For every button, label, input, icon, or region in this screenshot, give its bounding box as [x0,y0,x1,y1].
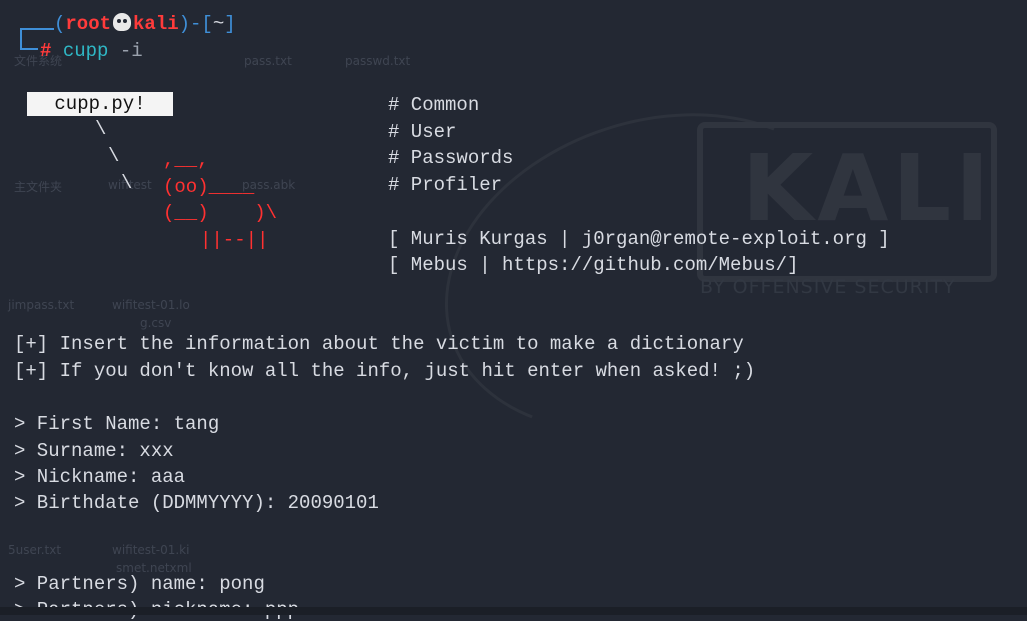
input-prompt-birthdate: > Birthdate (DDMMYYYY): 20090101 [14,492,379,514]
input-prompt-partner-name: > Partners) name: pong [14,573,265,595]
banner-tag: # Passwords [388,147,514,169]
prompt-user: root [65,13,112,35]
terminal-window[interactable]: (root kali)-[~] # cupp -i cupp.py! \ \ \ … [0,0,1027,621]
command-flag: -i [119,40,143,62]
ascii-line: \ [108,145,120,167]
input-prompt-first-name: > First Name: tang [14,413,220,435]
ascii-cow: ,__, [163,149,209,171]
input-prompt-nickname: > Nickname: aaa [14,466,186,488]
banner-credit: [ Muris Kurgas | j0rgan@remote-exploit.o… [388,228,890,250]
command-line: # cupp -i [40,40,143,62]
ascii-cow: ||--|| [200,229,269,251]
ascii-line: \ [95,118,107,140]
input-prompt-surname: > Surname: xxx [14,440,174,462]
ascii-cow: (oo)____ [163,176,255,198]
banner-tag: # Profiler [388,174,503,196]
prompt-host: kali [133,13,179,35]
info-line: [+] If you don't know all the info, just… [14,360,756,382]
info-line: [+] Insert the information about the vic… [14,333,744,355]
prompt-cwd: ~ [212,13,225,35]
banner-credit: [ Mebus | https://github.com/Mebus/] [388,254,799,276]
ascii-cow: (__) )\ [163,202,278,224]
skull-icon [113,13,132,31]
bottom-edge [0,607,1027,615]
banner-tag: # User [388,121,457,143]
banner-tag: # Common [388,94,480,116]
cupp-speech-bubble: cupp.py! [27,92,173,116]
prompt-frame [20,48,38,50]
prompt-frame [20,28,22,50]
ascii-line: \ [121,172,133,194]
prompt-header: (root kali)-[~] [54,13,236,35]
prompt-frame [20,28,54,30]
command-name: cupp [62,40,109,62]
